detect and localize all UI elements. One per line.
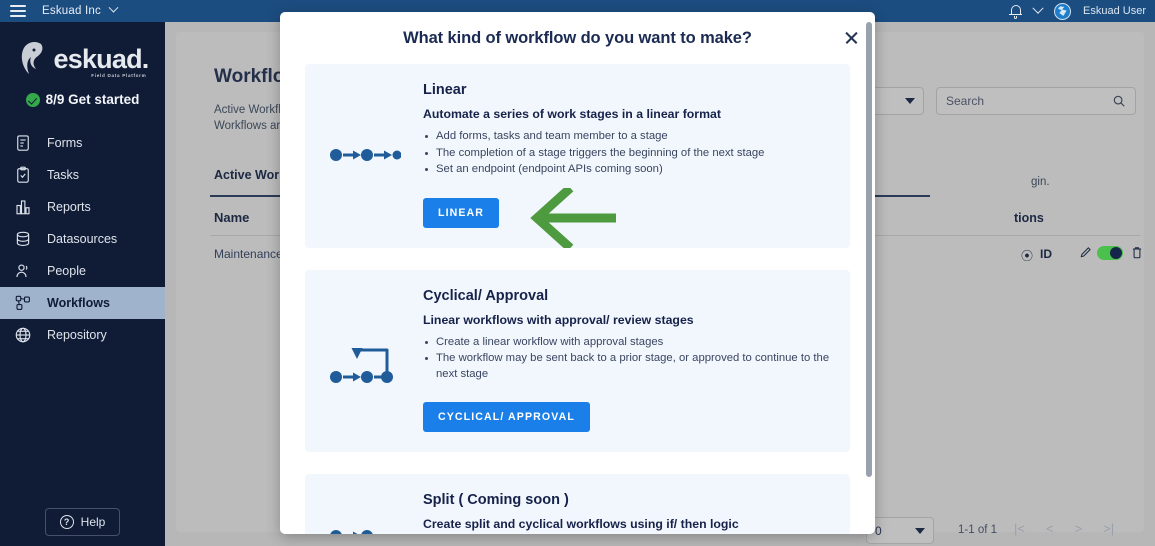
- app-root: Eskuad Inc Eskuad User eskuad. Field Dat…: [0, 0, 1155, 546]
- sidebar-nav: Forms Tasks Reports Datasources People W…: [0, 127, 165, 351]
- modal-header: What kind of workflow do you want to mak…: [280, 12, 875, 64]
- logo-tagline: Field Data Platform: [91, 73, 147, 78]
- last-page-button[interactable]: >|: [1103, 521, 1114, 536]
- page-size-select[interactable]: 0: [866, 517, 934, 544]
- pencil-icon[interactable]: [1079, 245, 1093, 259]
- modal-scrollbar[interactable]: [866, 22, 872, 522]
- cell-id-label: ID: [1040, 247, 1052, 261]
- chevron-down-icon: [108, 2, 119, 13]
- workflow-card-tagline: Create split and cyclical workflows usin…: [423, 517, 739, 531]
- sidebar-item-forms[interactable]: Forms: [0, 127, 165, 159]
- sidebar-item-label: Repository: [47, 328, 107, 342]
- workflow-card-body: Linear Automate a series of work stages …: [423, 82, 830, 228]
- org-name-label: Eskuad Inc: [42, 5, 101, 17]
- sidebar-item-repository[interactable]: Repository: [0, 319, 165, 351]
- workflow-card-cyclical-approval[interactable]: Cyclical/ Approval Linear workflows with…: [305, 269, 850, 452]
- workflow-icon: [15, 295, 30, 310]
- modal-scrollbar-thumb[interactable]: [866, 22, 872, 477]
- tab-active-workflows[interactable]: Active Work: [214, 168, 286, 182]
- search-input[interactable]: Search: [936, 87, 1136, 115]
- eskuad-dog-logo-icon: [17, 38, 51, 78]
- column-header-actions: tions: [1014, 211, 1044, 225]
- person-icon: [16, 264, 28, 278]
- question-mark-icon: ?: [59, 515, 74, 529]
- hamburger-icon[interactable]: [10, 5, 26, 17]
- sidebar-item-workflows[interactable]: Workflows: [0, 287, 165, 319]
- first-page-button[interactable]: |<: [1014, 521, 1025, 536]
- truncated-hint-text: gin.: [1031, 176, 1050, 188]
- annotation-arrow-icon: [512, 184, 622, 253]
- globe-icon: [15, 327, 31, 343]
- workflow-card-body: Cyclical/ Approval Linear workflows with…: [423, 287, 830, 432]
- sidebar-item-label: Forms: [47, 136, 83, 150]
- get-started-progress[interactable]: 8/9 Get started: [0, 92, 165, 107]
- chevron-down-icon: [915, 527, 925, 534]
- user-name-label: Eskuad User: [1083, 5, 1146, 17]
- logo: eskuad. Field Data Platform: [0, 22, 165, 78]
- page-subtitle-line2: Workflows are: [214, 120, 287, 132]
- pagination-controls: |< < > >|: [1014, 521, 1114, 536]
- close-icon[interactable]: [843, 30, 859, 46]
- sidebar-item-label: Reports: [47, 200, 91, 214]
- search-placeholder: Search: [946, 94, 985, 108]
- split-workflow-icon: [325, 492, 405, 534]
- sidebar-item-datasources[interactable]: Datasources: [0, 223, 165, 255]
- copy-icon[interactable]: ⦿: [1021, 247, 1033, 264]
- clipboard-check-icon: [17, 166, 29, 183]
- help-button[interactable]: ? Help: [44, 508, 121, 536]
- prev-page-button[interactable]: <: [1046, 521, 1054, 536]
- sidebar-item-label: People: [47, 264, 86, 278]
- workflow-card-name: Cyclical/ Approval: [423, 287, 549, 304]
- get-started-label: 8/9 Get started: [45, 92, 140, 107]
- bullet-item: The completion of a stage triggers the b…: [423, 146, 830, 162]
- workflow-type-modal: What kind of workflow do you want to mak…: [280, 12, 875, 534]
- avatar[interactable]: [1054, 2, 1072, 20]
- pagination-range: 1-1 of 1: [958, 524, 997, 536]
- workflow-card-name: Linear: [423, 82, 467, 98]
- help-area: ? Help: [0, 508, 165, 536]
- status-toggle[interactable]: [1097, 246, 1123, 260]
- sidebar-item-label: Tasks: [47, 168, 79, 182]
- workflow-card-tagline: Automate a series of work stages in a li…: [423, 107, 721, 121]
- linear-workflow-icon: [325, 82, 405, 228]
- help-label: Help: [80, 515, 106, 529]
- bell-icon[interactable]: [1009, 4, 1023, 19]
- bullet-item: Create a linear workflow with approval s…: [423, 335, 830, 351]
- workflow-card-bullets: Create a linear workflow with approval s…: [423, 335, 830, 383]
- modal-title: What kind of workflow do you want to mak…: [403, 28, 752, 47]
- chevron-down-icon[interactable]: [1032, 2, 1044, 14]
- bullet-item: Add forms, tasks and team member to a st…: [423, 129, 830, 145]
- sidebar-item-label: Workflows: [47, 296, 110, 310]
- bar-chart-icon: [16, 200, 30, 215]
- sidebar-item-reports[interactable]: Reports: [0, 191, 165, 223]
- bullet-item: The workflow may be sent back to a prior…: [423, 351, 830, 382]
- modal-body: Linear Automate a series of work stages …: [280, 64, 875, 534]
- cyclical-workflow-icon: [325, 288, 405, 433]
- next-page-button[interactable]: >: [1075, 521, 1083, 536]
- chevron-down-icon: [905, 98, 915, 104]
- workflow-card-body: Split ( Coming soon ) Create split and c…: [423, 492, 830, 534]
- top-bar-right: Eskuad User: [1009, 2, 1155, 20]
- workflow-card-bullets: Add forms, tasks and team member to a st…: [423, 129, 830, 178]
- column-header-name: Name: [214, 210, 250, 225]
- workflow-card-name: Split ( Coming soon ): [423, 492, 569, 508]
- database-icon: [16, 231, 30, 246]
- form-icon: [17, 135, 29, 151]
- linear-button[interactable]: LINEAR: [423, 197, 500, 228]
- bullet-item: Set an endpoint (endpoint APIs coming so…: [423, 162, 830, 178]
- cyclical-approval-button[interactable]: CYCLICAL/ APPROVAL: [423, 402, 590, 432]
- sidebar-item-people[interactable]: People: [0, 255, 165, 287]
- logo-wordmark: eskuad.: [53, 44, 150, 74]
- sidebar-item-tasks[interactable]: Tasks: [0, 159, 165, 191]
- check-circle-icon: [25, 92, 40, 107]
- org-switcher[interactable]: Eskuad Inc: [42, 2, 119, 17]
- page-size-value: 0: [875, 523, 882, 538]
- workflow-card-split[interactable]: Split ( Coming soon ) Create split and c…: [305, 474, 850, 534]
- sidebar: eskuad. Field Data Platform 8/9 Get star…: [0, 22, 165, 546]
- search-icon: [1113, 95, 1125, 107]
- sidebar-item-label: Datasources: [47, 232, 118, 246]
- workflow-card-tagline: Linear workflows with approval/ review s…: [423, 312, 694, 327]
- trash-icon[interactable]: [1130, 245, 1144, 260]
- cell-name: Maintenance: [214, 247, 283, 261]
